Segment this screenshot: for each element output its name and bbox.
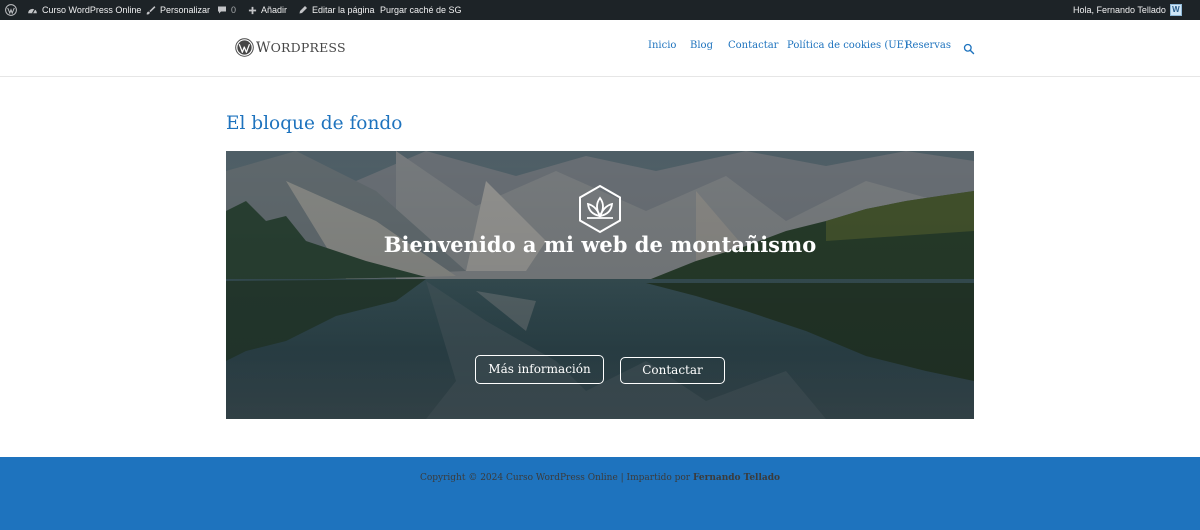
nav-item-politica-cookies[interactable]: Política de cookies (UE): [787, 40, 908, 51]
copyright-text: Copyright © 2024 Curso WordPress Online …: [419, 473, 693, 483]
author-link[interactable]: Fernando Tellado: [693, 473, 780, 483]
greeting-label: Hola, Fernando Tellado: [1073, 5, 1166, 15]
search-icon[interactable]: [963, 43, 975, 55]
comments-count: 0: [231, 5, 237, 15]
comment-icon: [217, 5, 227, 15]
wordpress-logo-icon[interactable]: [5, 0, 17, 20]
nav-item-blog[interactable]: Blog: [690, 40, 713, 51]
purge-cache-label: Purgar caché de SG: [380, 5, 462, 15]
nav-item-contactar[interactable]: Contactar: [728, 40, 778, 51]
add-new-button[interactable]: Añadir: [248, 0, 287, 20]
footer-copyright: Copyright © 2024 Curso WordPress Online …: [0, 473, 1200, 483]
pencil-icon: [298, 5, 308, 15]
edit-page-button[interactable]: Editar la página: [298, 0, 375, 20]
brush-icon: [145, 5, 156, 16]
add-new-label: Añadir: [261, 5, 288, 15]
user-account-menu[interactable]: Hola, Fernando Tellado W: [1073, 0, 1182, 20]
contact-button[interactable]: Contactar: [620, 357, 725, 384]
purge-cache-button[interactable]: Purgar caché de SG: [380, 0, 462, 20]
comments-button[interactable]: 0: [217, 0, 236, 20]
cover-heading: Bienvenido a mi web de montañismo: [383, 232, 817, 257]
page-title: El bloque de fondo: [226, 113, 403, 134]
site-header: WORDPRESS Inicio Blog Contactar Política…: [0, 20, 1200, 77]
customize-button[interactable]: Personalizar: [145, 0, 210, 20]
site-name-menu[interactable]: Curso WordPress Online: [27, 0, 141, 20]
site-logo[interactable]: WORDPRESS: [235, 38, 346, 57]
more-info-button[interactable]: Más información: [475, 355, 604, 384]
avatar: W: [1169, 4, 1182, 16]
admin-bar: Curso WordPress Online Personalizar 0 Añ…: [0, 0, 1200, 20]
site-name-label: Curso WordPress Online: [42, 5, 142, 15]
cover-block: Bienvenido a mi web de montañismo Más in…: [226, 151, 974, 419]
nav-item-inicio[interactable]: Inicio: [648, 40, 676, 51]
nav-item-reservas[interactable]: Reservas: [905, 40, 951, 51]
wordpress-logo-icon: [235, 38, 254, 57]
lotus-emblem-icon: [579, 184, 621, 234]
edit-page-label: Editar la página: [312, 5, 375, 15]
dashboard-icon: [27, 5, 38, 16]
customize-label: Personalizar: [160, 5, 211, 15]
plus-icon: [248, 6, 257, 15]
logo-wordmark: WORDPRESS: [256, 39, 346, 56]
site-footer: Copyright © 2024 Curso WordPress Online …: [0, 457, 1200, 530]
